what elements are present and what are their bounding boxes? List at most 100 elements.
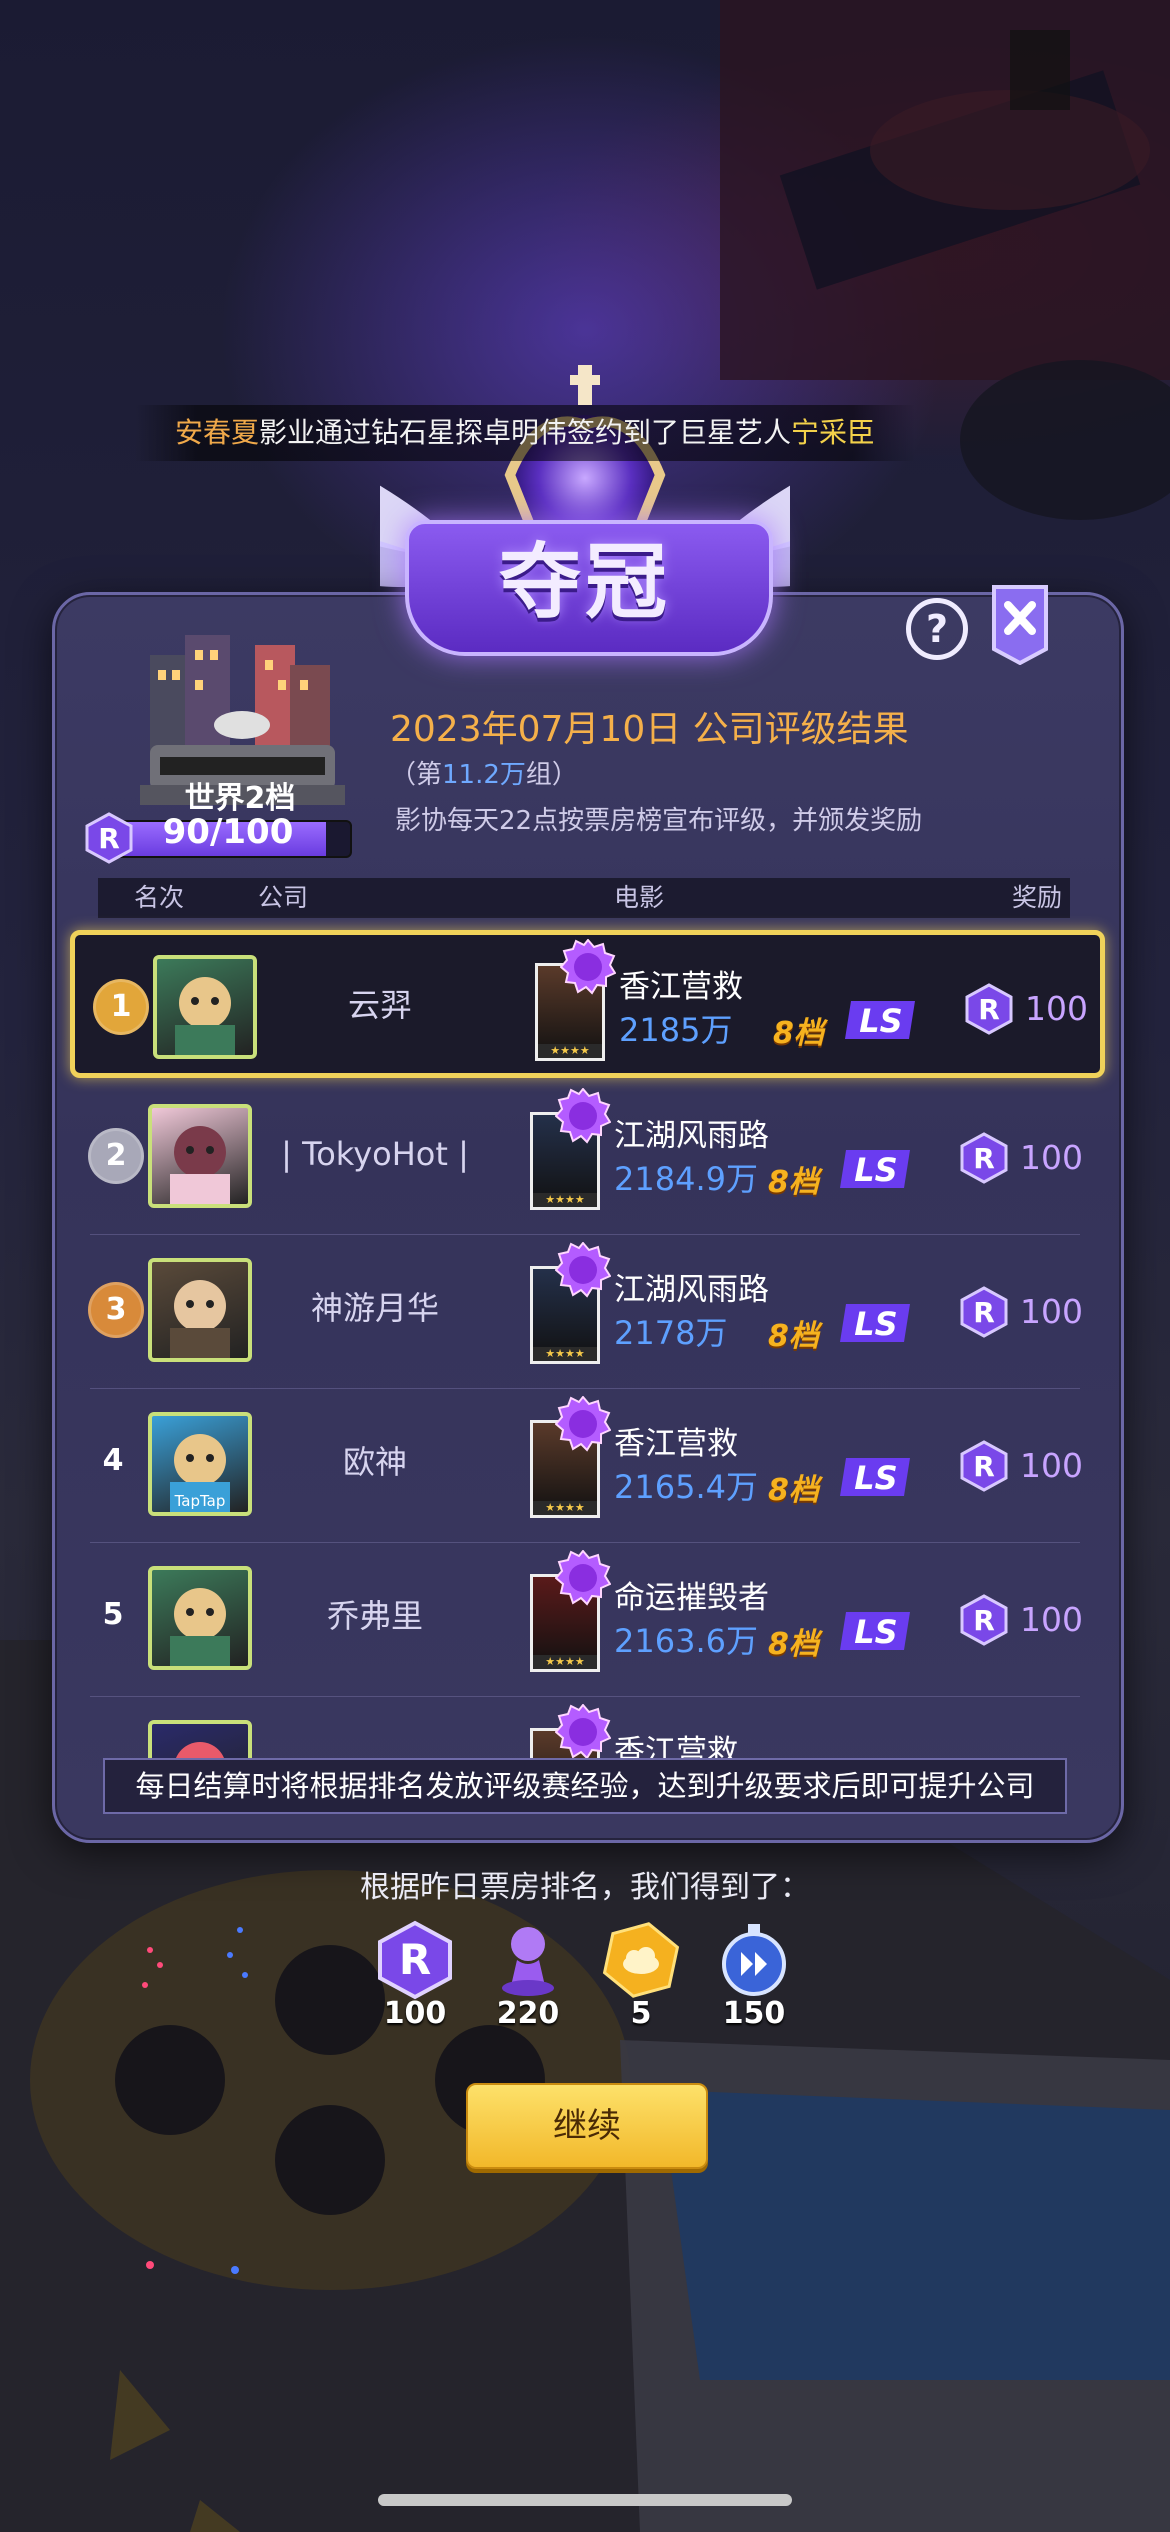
- group-prefix: （第: [390, 760, 443, 790]
- tier-badge: 8档: [768, 1165, 819, 1200]
- company-avatar[interactable]: [148, 1104, 252, 1208]
- close-button[interactable]: [990, 583, 1050, 665]
- company-name: | TokyoHot |: [281, 1135, 469, 1173]
- ranking-row[interactable]: 2 | TokyoHot | ★★★★ 江湖风雨路 2184.9万 8档 LS R …: [70, 1084, 1100, 1224]
- gain-item: 220: [483, 1920, 573, 2031]
- movie-title: 江湖风雨路: [614, 1272, 769, 1308]
- ranking-row[interactable]: 5 乔弗里 ★★★★ 命运摧毁者 2163.6万 8档 LS R 100: [70, 1546, 1100, 1686]
- rank-medal: 2: [88, 1128, 144, 1184]
- ranking-row[interactable]: ★★★★ 香江营救: [70, 1700, 1100, 1760]
- purple-pawn-icon: [502, 1927, 554, 1996]
- tier-badge: 8档: [768, 1627, 819, 1662]
- group-value: 11.2万: [442, 760, 526, 790]
- movie-title: 香江营救: [614, 1426, 738, 1462]
- rating-seal-icon: [555, 1242, 611, 1298]
- ls-label: LS: [854, 1459, 897, 1497]
- r-coin-icon: R: [960, 1594, 1008, 1646]
- poster-stars: ★★★★: [538, 1044, 602, 1058]
- ranking-row[interactable]: 3 神游月华 ★★★★ 江湖风雨路 2178万 8档 LS R 100: [70, 1238, 1100, 1378]
- home-indicator[interactable]: [378, 2494, 792, 2506]
- svg-text:R: R: [978, 993, 1000, 1026]
- reward-amount: 100: [1025, 989, 1088, 1028]
- company-avatar[interactable]: [148, 1258, 252, 1362]
- poster-stars: ★★★★: [533, 1347, 597, 1361]
- reward-amount: 100: [1020, 1292, 1083, 1331]
- reward-amount: 100: [1020, 1446, 1083, 1485]
- company-avatar[interactable]: TapTap: [148, 1412, 252, 1516]
- banner-company-name: 安春夏: [174, 416, 259, 449]
- poster-stars: ★★★★: [533, 1655, 597, 1669]
- company-name: 欧神: [342, 1443, 407, 1481]
- gain-value: 150: [722, 1996, 786, 2031]
- rank-number: 5: [102, 1597, 124, 1632]
- ls-rating-badge: LS: [840, 1304, 910, 1343]
- movie-title: 香江营救: [619, 969, 743, 1005]
- svg-text:R: R: [973, 1142, 995, 1175]
- rating-seal-icon: [555, 1550, 611, 1606]
- avatar-image: [170, 1126, 230, 1204]
- page-title: 夺冠: [498, 535, 671, 630]
- world-level-label: 世界2档: [184, 781, 296, 816]
- gain-value: 220: [496, 1996, 560, 2031]
- svg-text:R: R: [973, 1450, 995, 1483]
- header-reward: 奖励: [1012, 883, 1063, 912]
- continue-button[interactable]: 继续: [466, 2083, 708, 2169]
- poster-stars: ★★★★: [533, 1193, 597, 1207]
- rating-description: 影协每天22点按票房榜宣布评级，并颁发奖励: [395, 806, 923, 836]
- header-movie: 电影: [614, 883, 665, 912]
- taptap-tag: TapTap: [174, 1492, 226, 1510]
- box-office: 2184.9万: [614, 1160, 758, 1198]
- gold-cloud-hex-icon: [602, 1922, 680, 1998]
- row-divider: [90, 1542, 1080, 1543]
- r-coin-icon: R: [960, 1440, 1008, 1492]
- result-title: 2023年07月10日 公司评级结果: [390, 709, 909, 750]
- ls-label: LS: [854, 1613, 897, 1651]
- company-avatar[interactable]: [148, 1566, 252, 1670]
- svg-text:R: R: [399, 1935, 431, 1984]
- level-progress-text: 90/100: [162, 812, 294, 852]
- box-office: 2178万: [614, 1314, 728, 1352]
- r-coin-icon: R: [378, 1920, 452, 2000]
- header-company: 公司: [258, 883, 309, 912]
- banner-star-name: 宁采臣: [791, 416, 876, 449]
- avatar-image: [170, 1280, 230, 1358]
- ls-rating-badge: LS: [845, 1001, 915, 1040]
- svg-text:R: R: [973, 1604, 995, 1637]
- reward-amount: 100: [1020, 1600, 1083, 1639]
- help-button[interactable]: ?: [906, 598, 968, 660]
- company-avatar[interactable]: [148, 1720, 252, 1760]
- reward-amount: 100: [1020, 1138, 1083, 1177]
- avatar-image: [170, 1588, 230, 1666]
- ranking-row[interactable]: 4 TapTap 欧神 ★★★★ 香江营救 2165.4万 8档 LS R 100: [70, 1392, 1100, 1532]
- company-name: 乔弗里: [326, 1597, 423, 1635]
- row-divider: [90, 1696, 1080, 1697]
- movie-title: 香江营救: [614, 1734, 738, 1760]
- tier-badge: 8档: [768, 1473, 819, 1508]
- announcement-banner: 安春夏影业通过钻石星探卓明伟签约到了巨星艺人宁采臣: [135, 405, 915, 461]
- ls-rating-badge: LS: [840, 1458, 910, 1497]
- svg-text:R: R: [98, 822, 120, 855]
- row-divider: [90, 1234, 1080, 1235]
- tier-badge: 8档: [773, 1016, 824, 1051]
- rating-seal-icon: [560, 939, 616, 995]
- rating-exp-note: 每日结算时将根据排名发放评级赛经验，达到升级要求后即可提升公司: [103, 1758, 1067, 1814]
- company-name: 云羿: [347, 986, 412, 1024]
- gain-value: 100: [383, 1996, 447, 2031]
- movie-title: 命运摧毁者: [614, 1580, 769, 1616]
- ranking-table-header: 名次 公司 电影 奖励: [98, 878, 1070, 918]
- r-coin-icon: R: [965, 983, 1013, 1035]
- ls-label: LS: [854, 1305, 897, 1343]
- svg-text:R: R: [973, 1296, 995, 1329]
- gain-item: 150: [709, 1920, 799, 2031]
- ranking-row[interactable]: 1 云羿 ★★★★ 香江营救 2185万 8档 LS R 100: [70, 930, 1105, 1078]
- rating-seal-icon: [555, 1704, 611, 1760]
- header-rank: 名次: [134, 883, 185, 912]
- rating-seal-icon: [555, 1396, 611, 1452]
- ls-label: LS: [859, 1002, 902, 1040]
- avatar-image: [175, 977, 235, 1055]
- group-info: （第11.2万组）: [390, 754, 578, 791]
- avatar-image: [175, 1742, 225, 1760]
- gains-heading: 根据昨日票房排名，我们得到了：: [360, 1870, 810, 1905]
- company-avatar[interactable]: [153, 955, 257, 1059]
- gain-item: 5: [596, 1920, 686, 2031]
